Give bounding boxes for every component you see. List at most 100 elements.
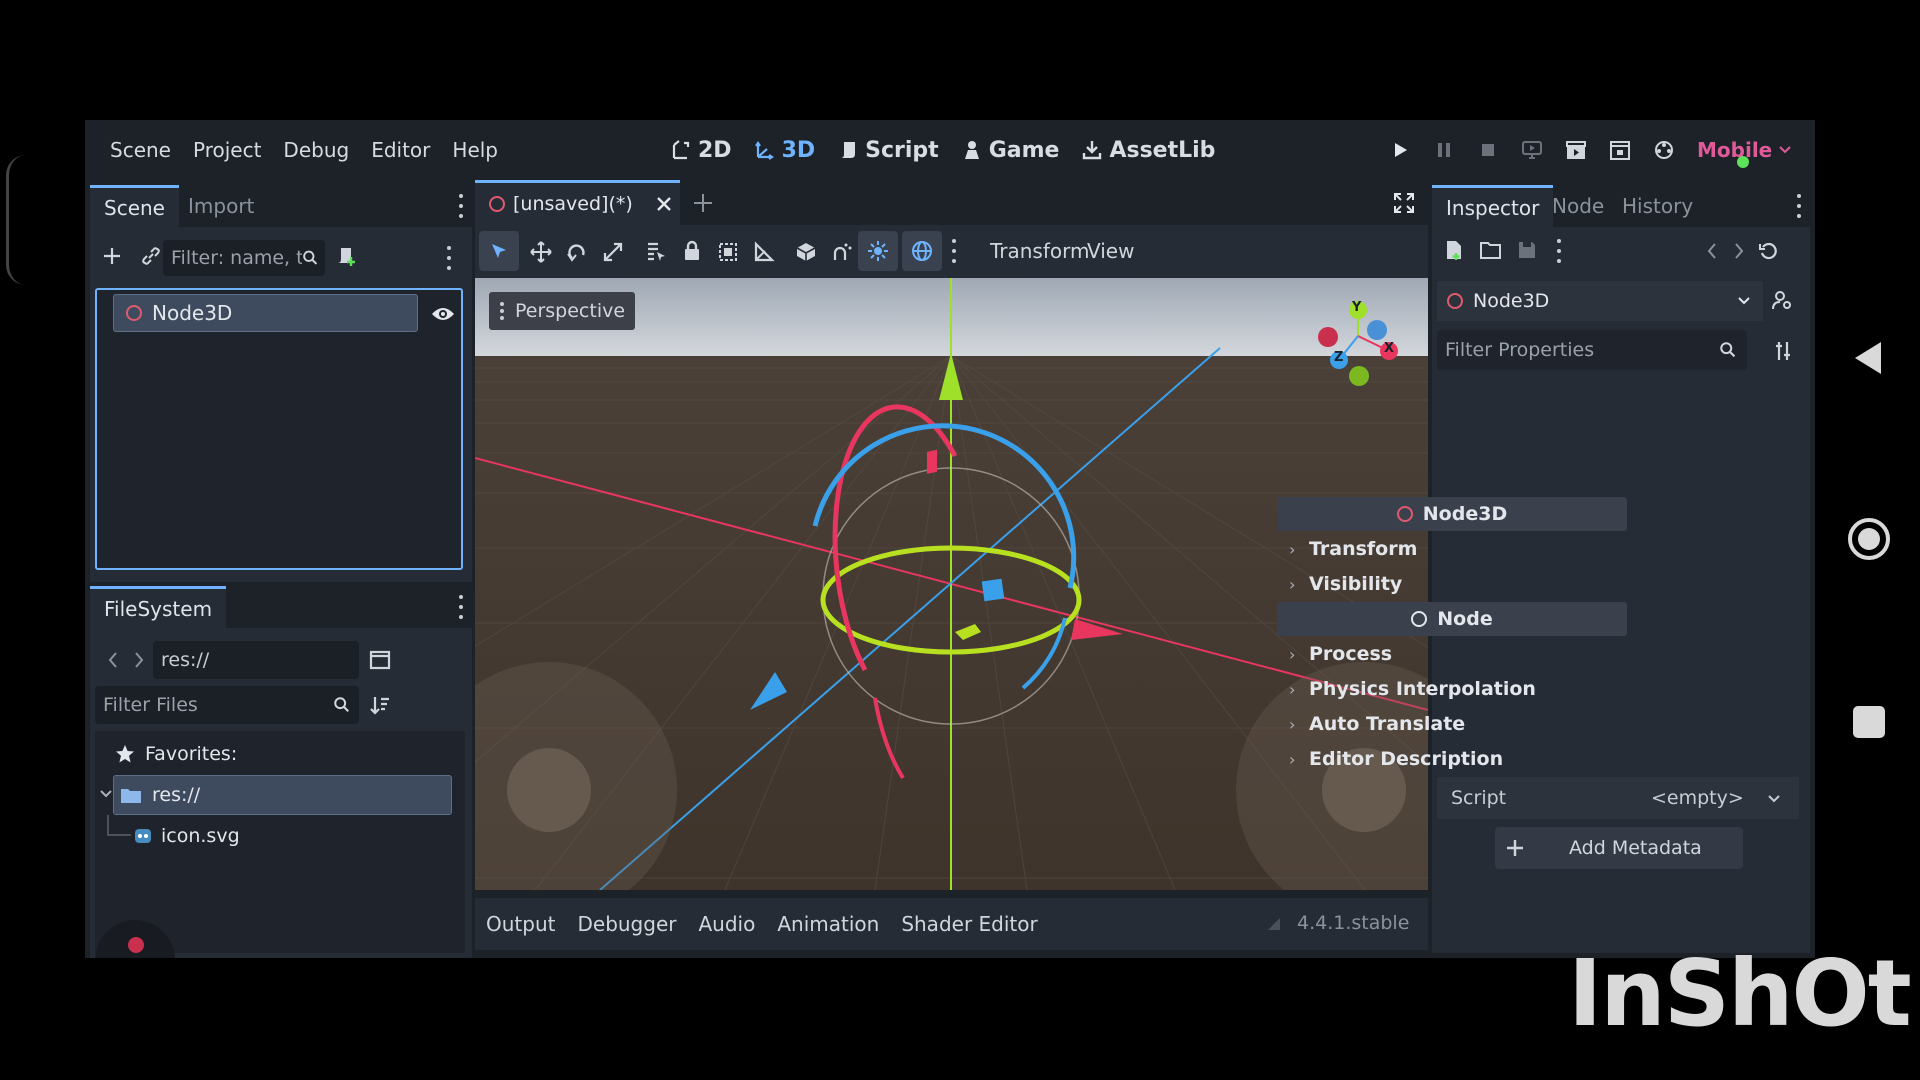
add-node-button[interactable] (96, 240, 128, 272)
tab-import[interactable]: Import (174, 185, 268, 227)
tab-scene[interactable]: Scene (90, 185, 179, 227)
scene-dock-menu-icon[interactable] (458, 194, 464, 218)
menu-scene[interactable]: Scene (99, 138, 182, 162)
new-resource-icon[interactable] (1443, 239, 1465, 261)
workspace-assetlib[interactable]: AssetLib (1081, 138, 1215, 163)
close-icon[interactable] (655, 195, 673, 213)
inspector-tools-icon[interactable] (1556, 239, 1562, 263)
scene-tools-menu-icon[interactable] (446, 246, 452, 270)
transform-menu[interactable]: Transform (990, 239, 1089, 263)
back-arrow-icon[interactable] (106, 650, 120, 670)
back-triangle-icon[interactable] (1847, 336, 1891, 380)
scene-tree-row-node3d[interactable]: Node3D (113, 294, 418, 332)
history-back-icon[interactable] (1706, 241, 1718, 261)
remote-debug-button[interactable] (1517, 135, 1547, 165)
scene-filter-field[interactable] (163, 240, 325, 276)
local-space-icon[interactable] (795, 241, 817, 263)
file-row-icon-svg[interactable]: icon.svg (133, 819, 240, 853)
renderer-selector[interactable]: Mobile (1697, 138, 1792, 168)
object-history-icon[interactable] (1758, 241, 1778, 261)
section-auto-translate[interactable]: › Auto Translate (1277, 707, 1627, 741)
tab-shader-editor[interactable]: Shader Editor (890, 912, 1048, 936)
perspective-menu-button[interactable]: Perspective (489, 292, 636, 330)
assetlib-icon (1083, 141, 1102, 160)
res-folder-row[interactable]: res:// (113, 775, 452, 815)
menu-debug[interactable]: Debug (272, 138, 360, 162)
snap-icon[interactable] (831, 241, 853, 263)
filter-properties-field[interactable] (1437, 330, 1747, 370)
section-physics-interpolation[interactable]: › Physics Interpolation (1277, 672, 1627, 706)
tab-audio[interactable]: Audio (687, 912, 766, 936)
property-sort-icon[interactable] (1773, 340, 1793, 362)
play-custom-scene-button[interactable] (1605, 135, 1635, 165)
view-menu[interactable]: View (1087, 239, 1134, 263)
workspace-script[interactable]: Script (837, 138, 939, 163)
chevron-down-icon[interactable] (99, 789, 113, 799)
rotate-tool-icon[interactable] (566, 241, 588, 263)
sort-files-button[interactable] (364, 689, 396, 721)
recents-square-icon[interactable] (1847, 700, 1891, 744)
script-icon (841, 142, 856, 158)
stop-icon (1482, 144, 1494, 156)
object-tools-icon[interactable] (1771, 289, 1793, 311)
path-field[interactable]: res:// (153, 641, 359, 679)
stop-button[interactable] (1473, 135, 1503, 165)
workspace-2d[interactable]: 2D (670, 138, 732, 163)
toggle-environment-button[interactable] (902, 231, 942, 271)
distraction-free-icon[interactable] (1393, 192, 1415, 214)
inspector-dock-menu-icon[interactable] (1796, 194, 1802, 218)
section-process[interactable]: › Process (1277, 637, 1627, 671)
save-icon[interactable] (1517, 240, 1537, 260)
group-icon[interactable] (717, 241, 739, 263)
workspace-3d[interactable]: 3D (754, 138, 815, 163)
file-filter-field[interactable] (95, 686, 359, 724)
list-select-icon[interactable] (645, 241, 667, 263)
play-scene-button[interactable] (1561, 135, 1591, 165)
home-circle-icon[interactable] (1847, 517, 1891, 561)
viewport-options-icon[interactable] (951, 239, 957, 263)
scale-tool-icon[interactable] (602, 241, 624, 263)
tab-history[interactable]: History (1608, 185, 1707, 227)
script-value[interactable]: <empty> (1651, 787, 1744, 809)
play-button[interactable] (1385, 135, 1415, 165)
pause-button[interactable] (1429, 135, 1459, 165)
history-forward-icon[interactable] (1733, 241, 1745, 261)
left-edge-artifact (6, 155, 26, 285)
section-visibility[interactable]: › Visibility (1277, 567, 1627, 601)
workspace-game[interactable]: Game (961, 138, 1059, 163)
movie-maker-button[interactable] (1649, 135, 1679, 165)
tab-animation[interactable]: Animation (766, 912, 890, 936)
tab-debugger[interactable]: Debugger (566, 912, 687, 936)
menu-editor[interactable]: Editor (360, 138, 441, 162)
section-transform[interactable]: › Transform (1277, 532, 1627, 566)
add-scene-tab-icon[interactable] (692, 192, 714, 214)
filesystem-menu-icon[interactable] (458, 595, 464, 619)
file-filter-input[interactable] (103, 694, 334, 716)
tab-node[interactable]: Node (1538, 185, 1618, 227)
visibility-eye-icon[interactable] (431, 305, 455, 323)
open-folder-icon[interactable] (1480, 240, 1502, 260)
menu-help[interactable]: Help (441, 138, 509, 162)
tab-output[interactable]: Output (475, 912, 566, 936)
scene-tab-unsaved[interactable]: [unsaved](*) (475, 180, 680, 225)
filter-properties-input[interactable] (1445, 339, 1719, 361)
move-tool-icon[interactable] (530, 241, 552, 263)
attach-script-button[interactable] (330, 240, 362, 272)
chevron-down-icon[interactable] (1767, 794, 1781, 804)
scene-dock-tabs: Scene Import (90, 185, 472, 227)
tab-filesystem[interactable]: FileSystem (90, 586, 227, 628)
section-editor-description[interactable]: › Editor Description (1277, 742, 1627, 776)
select-tool-button[interactable] (479, 231, 519, 271)
favorites-row[interactable]: Favorites: (115, 737, 237, 771)
toggle-sun-button[interactable] (858, 231, 898, 271)
ruler-icon[interactable] (753, 241, 775, 263)
add-metadata-button[interactable]: Add Metadata (1495, 827, 1743, 869)
scene-filter-input[interactable] (171, 247, 302, 269)
toggle-split-button[interactable] (364, 644, 396, 676)
forward-arrow-icon[interactable] (132, 650, 146, 670)
tab-inspector[interactable]: Inspector (1432, 185, 1554, 227)
class-header-node: Node (1277, 602, 1627, 636)
selected-node-picker[interactable]: Node3D (1437, 281, 1763, 321)
menu-project[interactable]: Project (182, 138, 272, 162)
lock-icon[interactable] (682, 240, 702, 262)
